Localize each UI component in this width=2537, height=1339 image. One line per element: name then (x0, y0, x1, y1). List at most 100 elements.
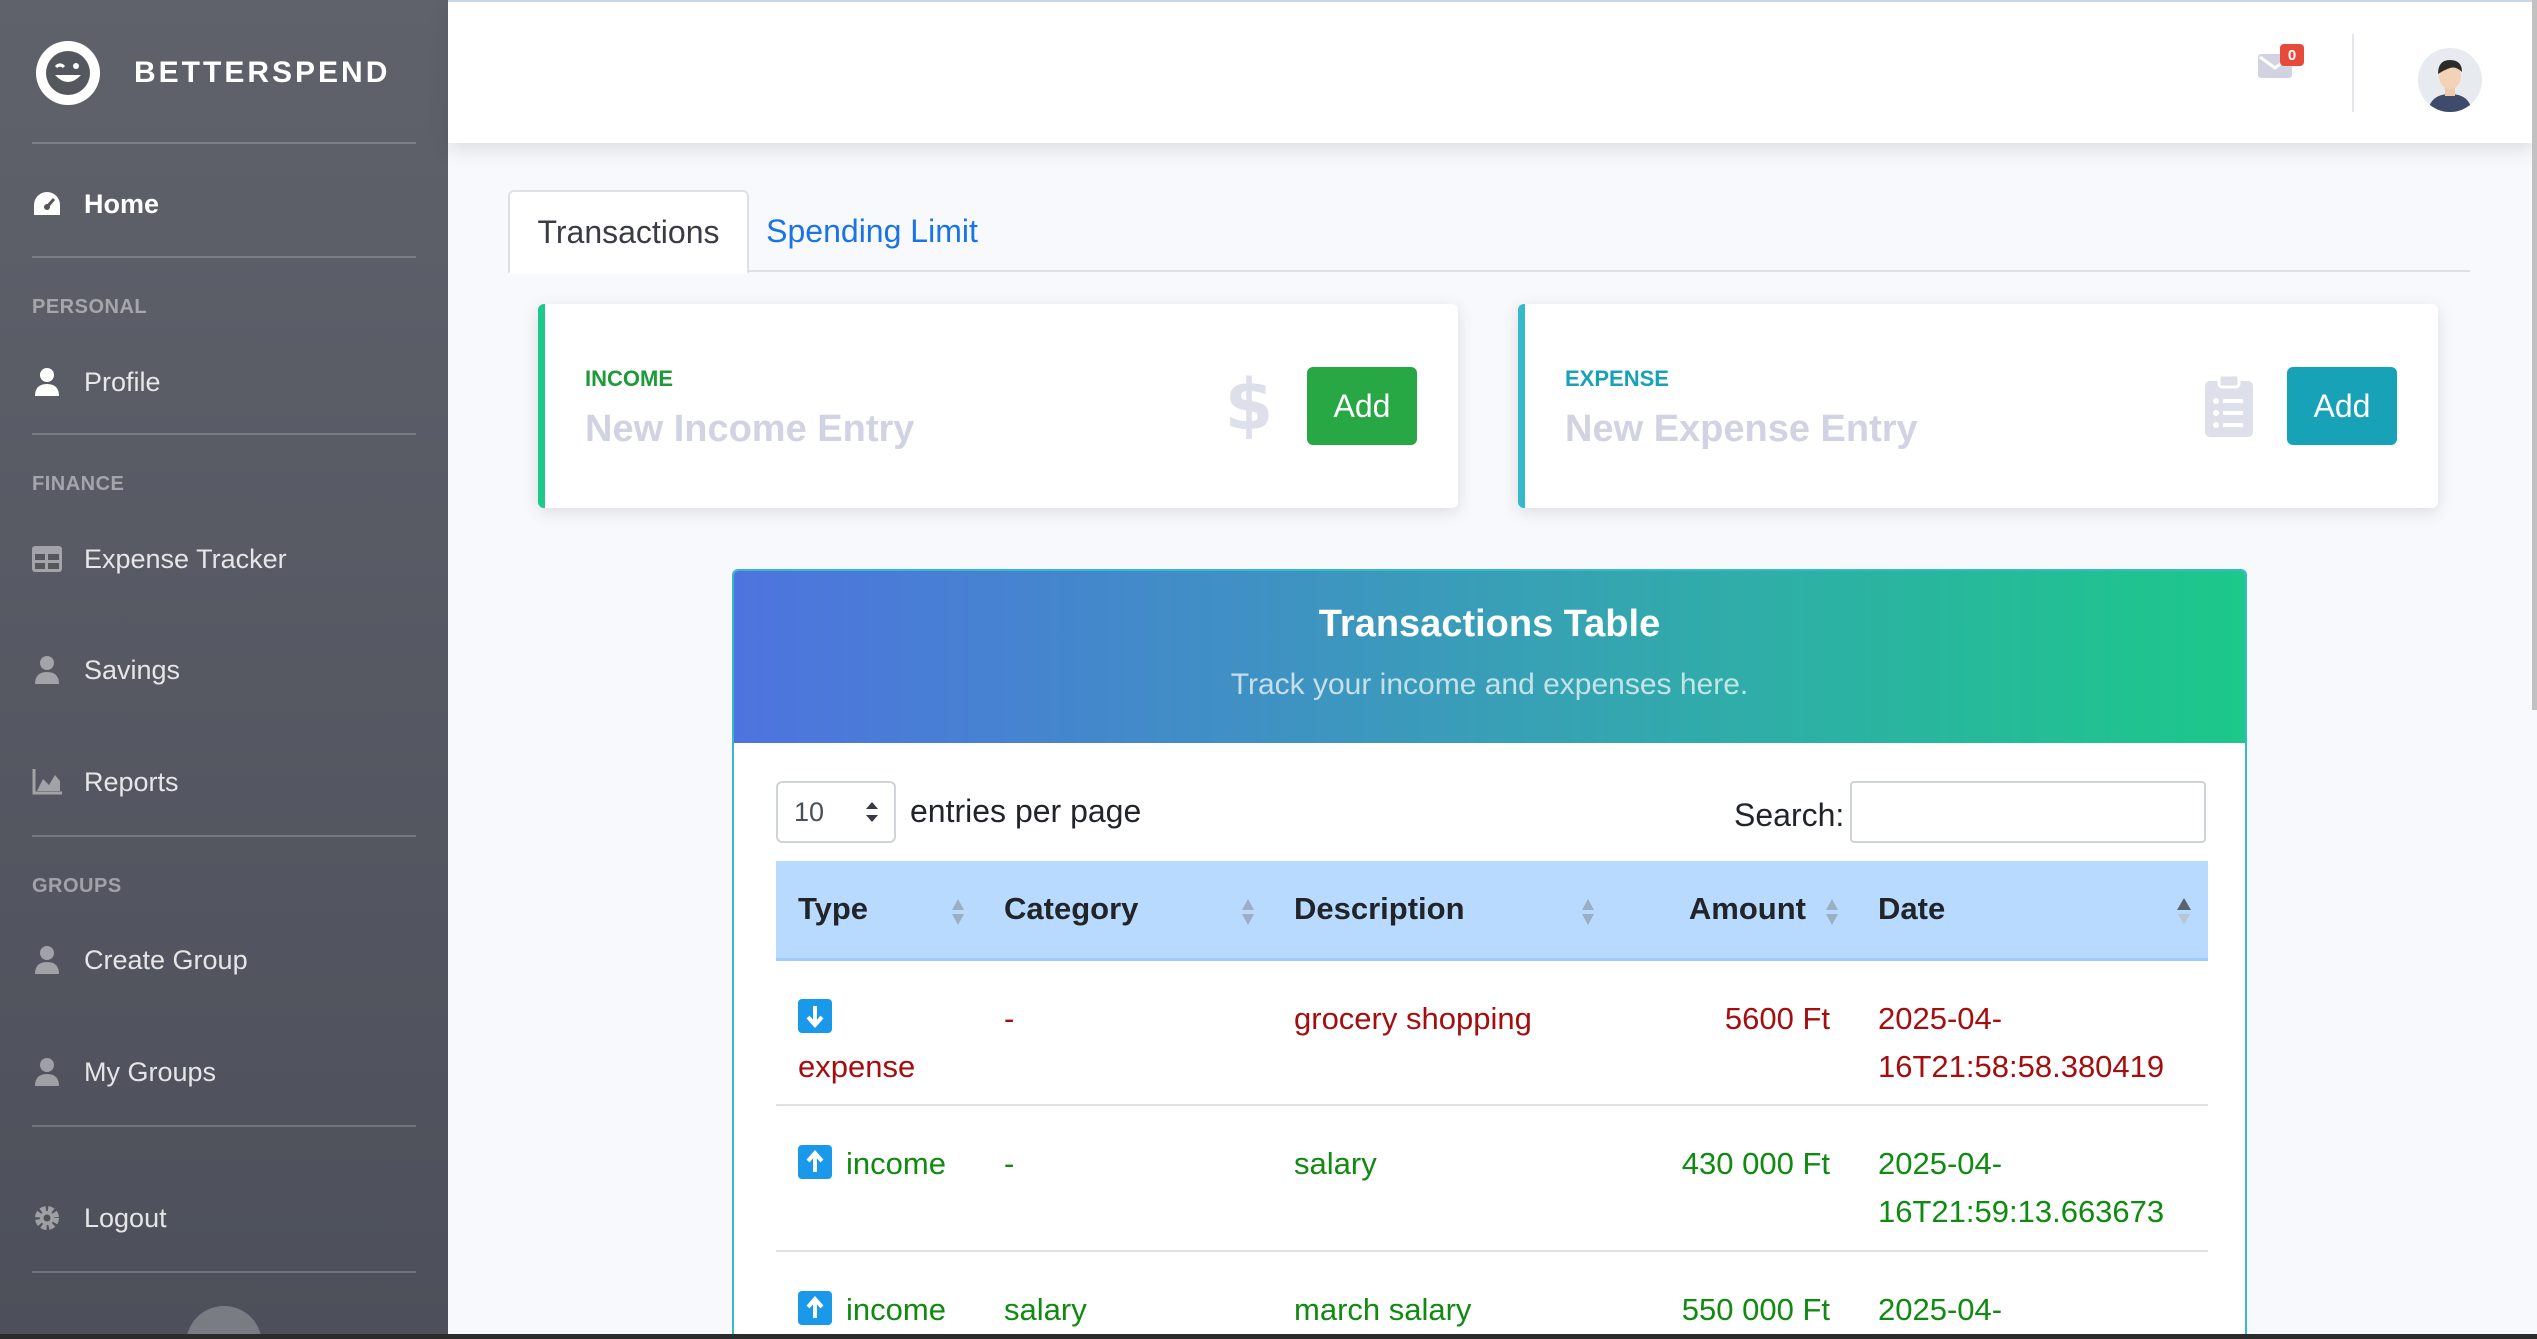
dollar-icon: $ (1221, 370, 1277, 442)
window-top-border (448, 0, 2537, 2)
table-icon (32, 544, 62, 574)
wink-face-icon (36, 41, 100, 105)
column-header-date[interactable]: Date (1856, 861, 2208, 961)
sort-ascending-icon (2177, 898, 2191, 925)
sidebar-item-label: Create Group (84, 944, 248, 975)
sidebar-item-label: Reports (84, 766, 179, 797)
topbar-divider (2352, 34, 2354, 112)
transactions-header: Transactions Table Track your income and… (734, 571, 2245, 743)
category-cell: - (982, 959, 1272, 1106)
sidebar-item-reports[interactable]: Reports (32, 752, 179, 812)
clipboard-list-icon (2201, 370, 2257, 442)
sidebar: BETTERSPEND Home PERSONAL Profile FINANC… (0, 0, 448, 1339)
table-row[interactable]: expense - grocery shopping 5600 Ft 2025-… (776, 959, 2208, 1106)
amount-cell: 430 000 Ft (1612, 1105, 1856, 1252)
column-header-description[interactable]: Description (1272, 861, 1612, 961)
sidebar-item-label: Savings (84, 654, 181, 685)
gear-icon (32, 1203, 62, 1233)
arrow-down-icon (798, 999, 832, 1034)
arrow-up-icon (798, 1144, 832, 1179)
description-cell: grocery shopping (1272, 959, 1612, 1106)
column-header-type[interactable]: Type (776, 861, 982, 961)
column-header-category[interactable]: Category (982, 861, 1272, 961)
expense-entry-placeholder[interactable]: New Expense Entry (1565, 408, 1918, 451)
date-cell: 2025-04- (1856, 1251, 2208, 1339)
tab-transactions[interactable]: Transactions (508, 190, 749, 274)
sort-icon (1242, 899, 1254, 925)
sidebar-divider (32, 433, 416, 435)
sidebar-heading-personal: PERSONAL (32, 296, 148, 318)
transactions-table: Type Category Description Amount Date ex… (776, 861, 2208, 1339)
sidebar-item-expense-tracker[interactable]: Expense Tracker (32, 529, 287, 589)
entries-per-page-label: entries per page (910, 793, 1142, 829)
entries-per-page-value: 10 (794, 796, 825, 827)
sidebar-item-profile[interactable]: Profile (32, 352, 161, 412)
sidebar-item-my-groups[interactable]: My Groups (32, 1042, 216, 1102)
sidebar-item-label: Logout (84, 1202, 167, 1233)
transactions-title: Transactions Table (1318, 603, 1661, 645)
expense-entry-card: EXPENSE New Expense Entry Add (1518, 304, 2438, 508)
sort-icon (952, 899, 964, 925)
search-label: Search: (1734, 797, 1845, 833)
transactions-subtitle: Track your income and expenses here. (1230, 668, 1749, 701)
sort-icon (1582, 899, 1594, 925)
entries-per-page-select[interactable]: 10 (776, 781, 896, 843)
table-row[interactable]: income - salary 430 000 Ft 2025-04-16T21… (776, 1105, 2208, 1252)
type-cell: income (776, 1105, 982, 1252)
arrow-up-icon (798, 1290, 832, 1325)
table-row[interactable]: income salary march salary 550 000 Ft 20… (776, 1251, 2208, 1339)
sidebar-divider (32, 1125, 416, 1127)
sidebar-divider (32, 142, 416, 144)
user-icon (32, 945, 62, 975)
description-cell: march salary (1272, 1251, 1612, 1339)
sidebar-item-label: Home (84, 188, 160, 219)
app-root: BETTERSPEND Home PERSONAL Profile FINANC… (0, 0, 2537, 1339)
user-icon (32, 367, 62, 397)
type-cell: income (776, 1251, 982, 1339)
category-cell: salary (982, 1251, 1272, 1339)
amount-cell: 550 000 Ft (1612, 1251, 1856, 1339)
income-entry-placeholder[interactable]: New Income Entry (585, 408, 914, 451)
mail-count-badge: 0 (2280, 44, 2304, 66)
sidebar-divider (32, 1271, 416, 1273)
transactions-card: Transactions Table Track your income and… (732, 569, 2247, 1339)
sidebar-item-logout[interactable]: Logout (32, 1188, 167, 1248)
sidebar-item-savings[interactable]: Savings (32, 640, 180, 700)
tab-bar: Transactions Spending Limit (508, 190, 2470, 274)
category-cell: - (982, 1105, 1272, 1252)
sidebar-divider (32, 256, 416, 258)
income-label: INCOME (585, 366, 673, 391)
area-chart-icon (32, 767, 62, 797)
page-scrollbar[interactable] (2532, 0, 2537, 710)
brand-name: BETTERSPEND (134, 56, 391, 89)
window-bottom-border (0, 1334, 2537, 1339)
expense-label: EXPENSE (1565, 366, 1669, 391)
sidebar-item-create-group[interactable]: Create Group (32, 930, 248, 990)
sort-icon (1826, 899, 1838, 925)
topbar (448, 0, 2534, 143)
user-icon (32, 1057, 62, 1087)
svg-text:$: $ (1229, 373, 1269, 439)
brand[interactable]: BETTERSPEND (36, 38, 390, 108)
add-income-button[interactable]: Add (1307, 367, 1417, 445)
user-icon (32, 655, 62, 685)
date-cell: 2025-04-16T21:59:13.663673 (1856, 1105, 2208, 1252)
type-cell: expense (776, 959, 982, 1106)
sidebar-item-label: Profile (84, 366, 161, 397)
search-input[interactable] (1850, 781, 2206, 843)
add-expense-button[interactable]: Add (2287, 367, 2397, 445)
sidebar-item-home[interactable]: Home (32, 174, 159, 234)
sidebar-heading-groups: GROUPS (32, 875, 122, 897)
income-entry-card: INCOME New Income Entry $ Add (538, 304, 1458, 508)
description-cell: salary (1272, 1105, 1612, 1252)
updown-caret-icon (866, 802, 878, 822)
amount-cell: 5600 Ft (1612, 959, 1856, 1106)
sidebar-item-label: My Groups (84, 1056, 217, 1087)
sidebar-item-label: Expense Tracker (84, 543, 287, 574)
tab-spending-limit[interactable]: Spending Limit (762, 190, 982, 272)
column-header-amount[interactable]: Amount (1612, 861, 1856, 961)
speedometer-icon (32, 189, 62, 219)
sidebar-heading-finance: FINANCE (32, 473, 125, 495)
date-cell: 2025-04-16T21:58:58.380419 (1856, 959, 2208, 1106)
avatar[interactable] (2418, 48, 2482, 112)
